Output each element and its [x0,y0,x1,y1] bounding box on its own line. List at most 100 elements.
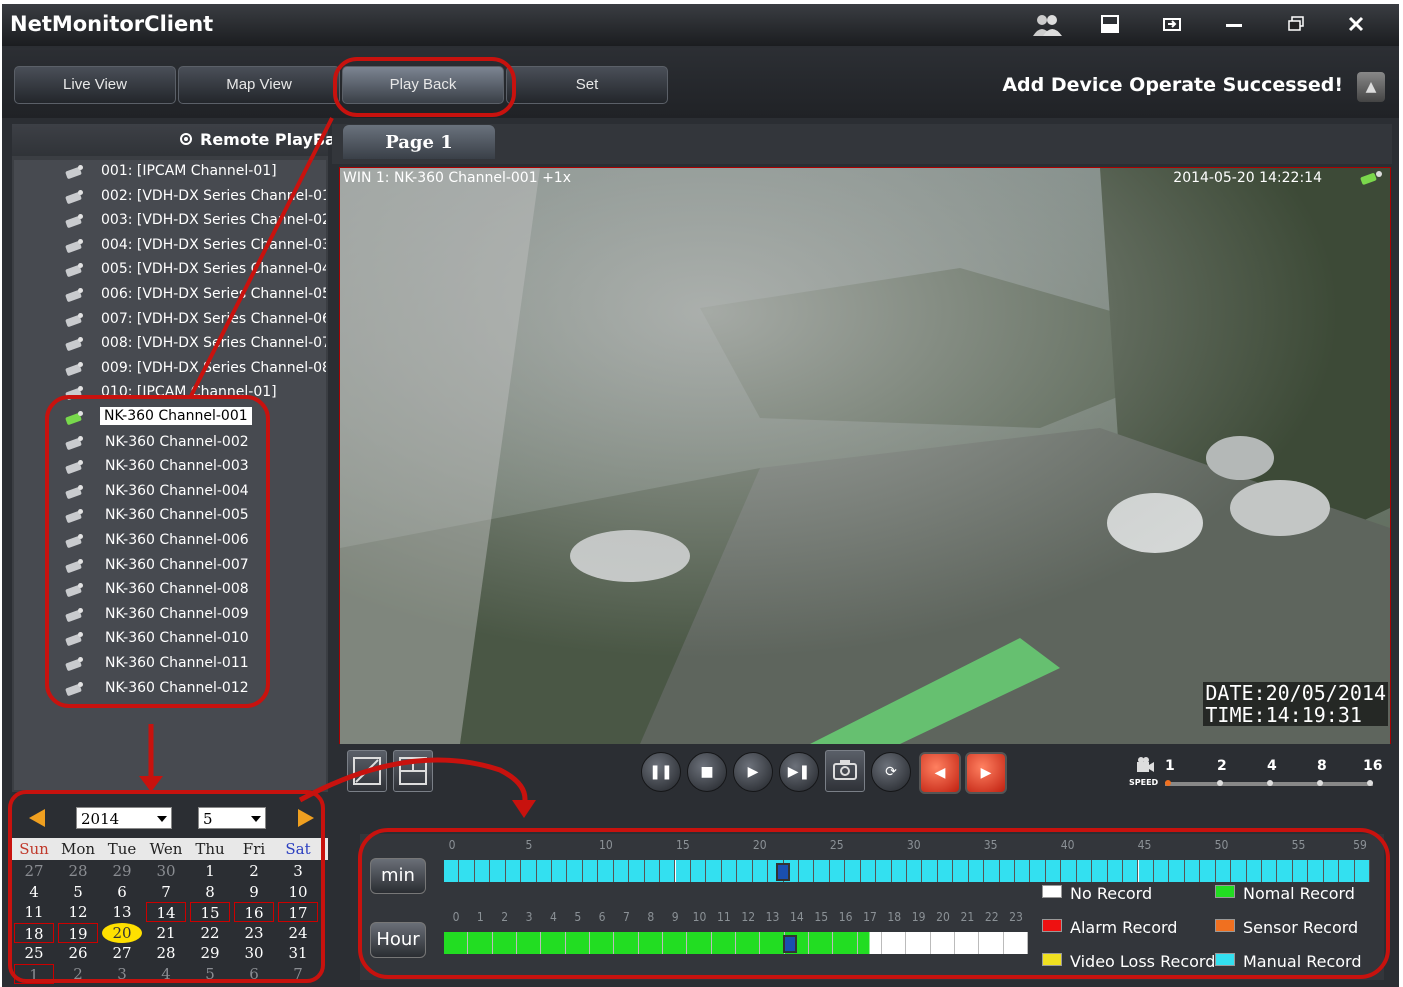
hour-record-bar[interactable] [444,932,1028,954]
channel-item[interactable]: NK-360 Channel-005 [14,505,326,529]
tab-map-view[interactable]: Map View [178,66,340,104]
calendar-day[interactable]: 1 [14,964,54,984]
hour-segment[interactable] [517,932,542,954]
hour-scale-button[interactable]: Hour [370,922,426,958]
tab-set[interactable]: Set [506,66,668,104]
minute-segment[interactable] [1138,860,1154,882]
channel-item[interactable]: NK-360 Channel-010 [14,628,326,652]
calendar-day[interactable]: 4 [146,964,186,984]
snapshot-icon[interactable] [825,750,865,792]
device-item[interactable]: 005: [VDH-DX Series Channel-04] [14,259,326,283]
calendar-day[interactable]: 6 [234,964,274,984]
calendar-day[interactable]: 19 [58,922,98,943]
minute-segment[interactable] [999,860,1016,882]
calendar-day[interactable]: 15 [190,902,230,923]
device-item[interactable]: 006: [VDH-DX Series Channel-05] [14,284,326,308]
fast-forward-icon[interactable]: ▶ [965,752,1007,794]
minute-segment[interactable] [1184,860,1201,882]
minute-segment[interactable] [474,860,491,882]
minute-segment[interactable] [1215,860,1232,882]
minute-segment[interactable] [536,860,553,882]
calendar-day[interactable]: 28 [146,943,186,963]
minute-segment[interactable] [582,860,599,882]
calendar-day[interactable]: 21 [146,923,186,943]
hour-segment[interactable] [882,932,907,954]
channel-item[interactable]: NK-360 Channel-003 [14,456,326,480]
minute-segment[interactable] [814,860,830,882]
minute-segment[interactable] [1061,860,1077,882]
tab-live-view[interactable]: Live View [14,66,176,104]
calendar-day[interactable]: 9 [234,882,274,902]
calendar-day[interactable]: 13 [102,902,142,922]
minute-segment[interactable] [953,860,969,882]
minute-segment[interactable] [706,860,722,882]
hour-segment[interactable] [906,932,931,954]
tab-play-back[interactable]: Play Back [342,66,504,104]
calendar-day[interactable]: 18 [14,922,54,943]
minute-segment[interactable] [567,860,583,882]
hour-segment[interactable] [444,932,469,954]
users-icon[interactable] [1032,14,1062,38]
device-item[interactable]: 001: [IPCAM Channel-01] [14,161,326,185]
minute-segment[interactable] [922,860,938,882]
calendar-day[interactable]: 2 [234,861,274,881]
remote-playback-radio[interactable] [180,133,192,145]
pause-icon[interactable]: ❚❚ [641,752,681,792]
device-item[interactable]: 010: [IPCAM Channel-01] [14,382,326,406]
calendar-day[interactable]: 30 [234,943,274,963]
hour-segment[interactable] [687,932,712,954]
minute-segment[interactable] [598,860,614,882]
calendar-day[interactable]: 2 [58,964,98,984]
minimize-icon[interactable] [1220,14,1248,38]
calendar-day[interactable]: 5 [190,964,230,984]
calendar-day[interactable]: 22 [190,923,230,943]
calendar-day[interactable]: 14 [146,902,186,923]
hour-segment[interactable] [614,932,639,954]
channel-item[interactable]: NK-360 Channel-009 [14,604,326,628]
hour-segment[interactable] [638,932,663,954]
speed-slider-handle[interactable] [1165,780,1171,786]
calendar-day[interactable]: 31 [278,943,318,963]
hour-segment[interactable] [565,932,590,954]
minute-segment[interactable] [907,860,923,882]
minute-segment[interactable] [829,860,846,882]
hour-segment[interactable] [492,932,517,954]
min-scale-button[interactable]: min [370,858,426,894]
calendar-day[interactable]: 25 [14,943,54,963]
minute-segment[interactable] [1169,860,1185,882]
minute-segment[interactable] [521,860,537,882]
minute-segment[interactable] [1045,860,1062,882]
minute-segment[interactable] [660,860,676,882]
device-item[interactable]: 003: [VDH-DX Series Channel-02] [14,210,326,234]
hour-segment[interactable] [979,932,1004,954]
calendar-day[interactable]: 30 [146,861,186,881]
device-item[interactable]: 002: [VDH-DX Series Channel-01] [14,186,326,210]
hour-segment[interactable] [930,932,955,954]
minute-segment[interactable] [690,860,707,882]
minute-segment[interactable] [1323,860,1340,882]
minute-segment[interactable] [1292,860,1309,882]
minute-segment[interactable] [1277,860,1293,882]
minute-segment[interactable] [1200,860,1216,882]
calendar-day[interactable]: 3 [278,861,318,881]
speed-control[interactable]: SPEED 1 2 4 8 16 [1129,750,1382,798]
calendar-day[interactable]: 23 [234,923,274,943]
minute-segment[interactable] [505,860,522,882]
play-icon[interactable]: ▶ [733,752,773,792]
calendar-day[interactable]: 26 [58,943,98,963]
calendar-day[interactable]: 16 [234,902,274,923]
calendar-day[interactable]: 20 [102,922,142,943]
hour-segment[interactable] [857,932,882,954]
single-view-icon[interactable] [347,750,387,792]
minute-segment[interactable] [937,860,954,882]
minute-segment[interactable] [1123,860,1139,882]
minute-segment[interactable] [1015,860,1031,882]
minute-segment[interactable] [552,860,568,882]
channel-item[interactable]: NK-360 Channel-001 [14,407,326,431]
channel-item[interactable]: NK-360 Channel-011 [14,653,326,677]
hour-segment[interactable] [711,932,736,954]
calendar-day[interactable]: 12 [58,902,98,922]
channel-item[interactable]: NK-360 Channel-002 [14,432,326,456]
channel-item[interactable]: NK-360 Channel-008 [14,579,326,603]
device-item[interactable]: 009: [VDH-DX Series Channel-08] [14,358,326,382]
